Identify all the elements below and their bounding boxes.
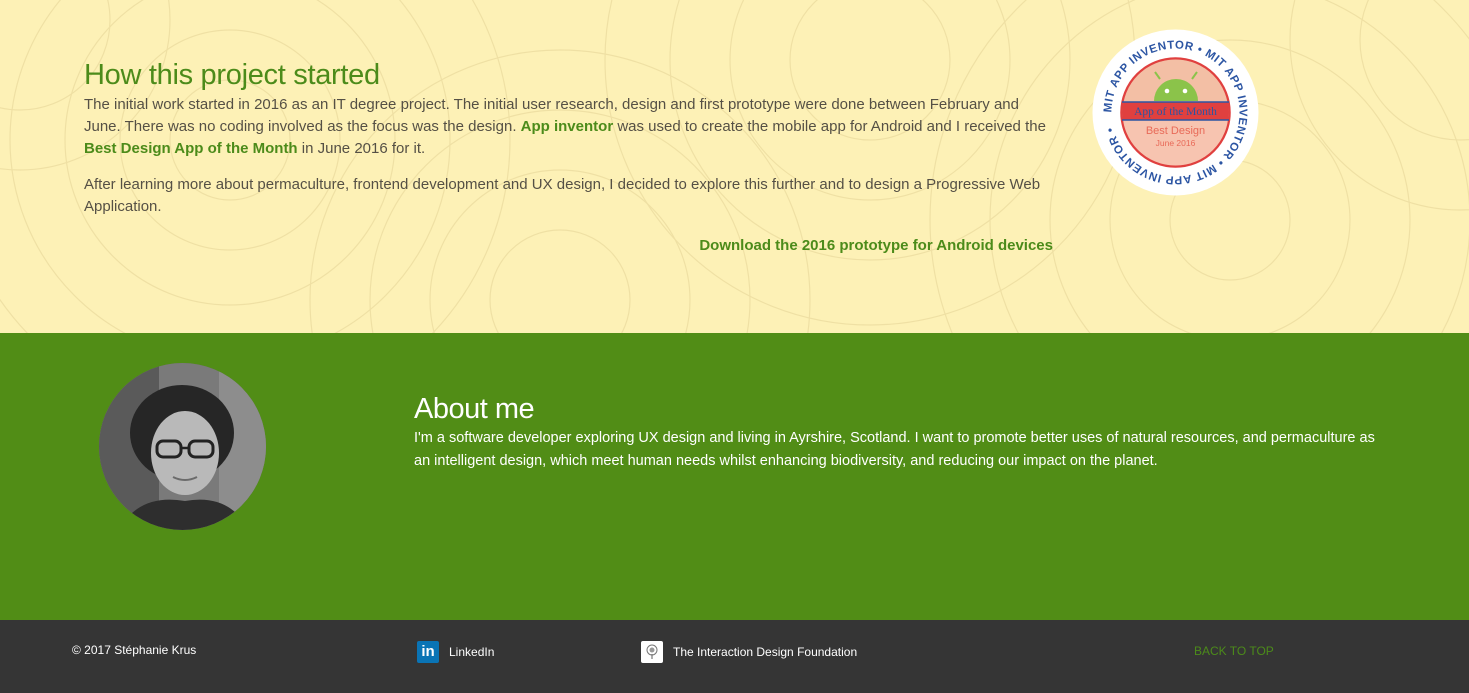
portrait-image: [99, 363, 266, 530]
project-text-1b: was used to create the mobile app for An…: [613, 118, 1046, 135]
back-to-top-link[interactable]: BACK TO TOP: [1194, 644, 1274, 658]
linkedin-icon: in: [417, 641, 439, 663]
project-paragraph-2: After learning more about permaculture, …: [84, 176, 1041, 215]
idf-label: The Interaction Design Foundation: [673, 645, 858, 659]
download-prototype-link[interactable]: Download the 2016 prototype for Android …: [699, 237, 1053, 254]
app-inventor-link[interactable]: App inventor: [521, 118, 614, 135]
about-paragraph: I'm a software developer exploring UX de…: [414, 430, 1375, 469]
avatar: [99, 363, 266, 530]
about-title: About me: [414, 393, 535, 425]
linkedin-link[interactable]: in LinkedIn: [417, 641, 494, 663]
project-text-1c: in June 2016 for it.: [297, 140, 426, 157]
badge-banner-text: App of the Month: [1134, 106, 1217, 118]
project-content: How this project started The initial wor…: [84, 58, 1059, 218]
project-title: How this project started: [84, 59, 380, 91]
footer: © 2017 Stéphanie Krus in LinkedIn The In…: [0, 620, 1469, 693]
about-section: About me I'm a software developer explor…: [0, 333, 1469, 620]
badge-award-text: Best Design: [1146, 125, 1205, 137]
project-section: How this project started The initial wor…: [0, 0, 1469, 333]
about-content: About me I'm a software developer explor…: [414, 391, 1384, 473]
project-paragraph-1: The initial work started in 2016 as an I…: [84, 94, 1059, 160]
tree-icon: [641, 641, 663, 663]
badge-date-text: June 2016: [1156, 138, 1196, 148]
interaction-design-foundation-link[interactable]: The Interaction Design Foundation: [641, 641, 857, 663]
app-of-the-month-badge: MIT APP INVENTOR • MIT APP INVENTOR • MI…: [1092, 29, 1259, 196]
best-design-link[interactable]: Best Design App of the Month: [84, 140, 298, 157]
copyright-text: © 2017 Stéphanie Krus: [72, 643, 197, 657]
linkedin-label: LinkedIn: [449, 645, 495, 659]
